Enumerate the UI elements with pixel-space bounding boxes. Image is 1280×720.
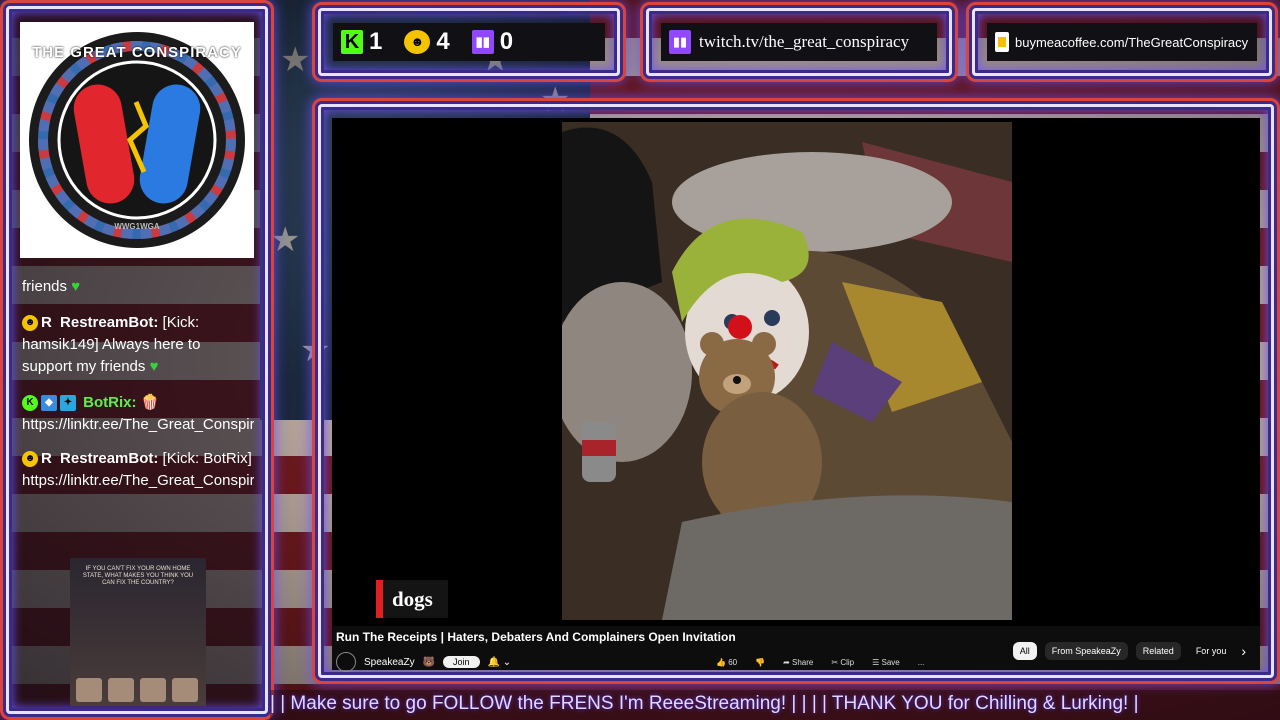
- logo-title: THE GREAT CONSPIRACY: [32, 44, 242, 61]
- channel-row: SpeakeaZy 🐻 Join 🔔 ⌄: [336, 652, 511, 672]
- bot-badge-icon: ✦: [60, 395, 76, 412]
- bear-emoji-icon: 🐻: [422, 656, 436, 668]
- chat-text: [Kick: BotRix]: [162, 450, 252, 467]
- clown-illustration: [562, 122, 1012, 620]
- meme-poster: IF YOU CAN'T FIX YOUR OWN HOME STATE, WH…: [70, 558, 206, 706]
- twitch-url: twitch.tv/the_great_conspiracy: [699, 32, 910, 51]
- kick-count: 1: [369, 28, 383, 55]
- restream-r-icon: R: [41, 314, 52, 331]
- chat-message: ☻ R RestreamBot: [Kick: BotRix] https://l…: [20, 448, 254, 492]
- chevron-right-icon[interactable]: ›: [1241, 643, 1246, 659]
- kick-icon: K: [341, 30, 363, 54]
- chip-related[interactable]: Related: [1135, 642, 1181, 660]
- chat-text: friends: [22, 278, 68, 295]
- thumb-up-icon: 👍: [716, 658, 726, 667]
- portrait-thumb: [108, 678, 134, 702]
- dislike-button[interactable]: 👎: [755, 658, 765, 667]
- chat-message: friends ♥: [20, 276, 254, 298]
- chat-feed: friends ♥ ☻ R RestreamBot: [Kick: hamsik1…: [20, 258, 254, 558]
- coffee-cup-icon: [995, 32, 1009, 52]
- twitch-icon: ▮▮: [669, 30, 691, 54]
- video-tag: dogs: [376, 580, 448, 618]
- rumble-icon: ☻: [404, 30, 431, 54]
- twitch-link-box: ▮▮ twitch.tv/the_great_conspiracy: [646, 8, 952, 76]
- save-button[interactable]: ☰ Save: [872, 658, 900, 667]
- channel-name[interactable]: SpeakeaZy: [364, 657, 415, 668]
- like-count: 60: [728, 658, 738, 667]
- heart-icon: ♥: [71, 278, 81, 295]
- like-button[interactable]: 👍 60: [716, 658, 737, 667]
- portrait-thumb: [172, 678, 198, 702]
- stream-overlay: ★ ★ ★ ★ ★ ★ ★ THE GREAT CONSPIRACY WWG1W…: [0, 0, 1280, 720]
- kick-badge-icon: K: [22, 395, 38, 412]
- more-button[interactable]: ...: [918, 658, 925, 667]
- twitch-link: ▮▮ twitch.tv/the_great_conspiracy: [661, 23, 937, 61]
- channel-avatar[interactable]: [336, 652, 356, 672]
- channel-logo: THE GREAT CONSPIRACY WWG1WGA: [20, 22, 254, 258]
- share-button[interactable]: ➦ Share: [783, 658, 813, 667]
- scissors-icon: ✂: [831, 658, 839, 667]
- restream-r-icon: R: [41, 450, 52, 467]
- twitch-count: 0: [499, 28, 514, 55]
- rumble-badge-icon: ☻: [22, 315, 38, 332]
- diamond-badge-icon: ◆: [41, 395, 57, 412]
- scrolling-ticker: | | Make sure to go FOLLOW the FRENS I'm…: [270, 690, 1280, 720]
- rumble-badge-icon: ☻: [22, 451, 38, 468]
- thumb-down-icon: 👎: [755, 658, 766, 667]
- rumble-count: 4: [436, 28, 450, 55]
- clip-button[interactable]: ✂ Clip: [831, 658, 854, 667]
- video-actions: 👍 60 👎 ➦ Share ✂ Clip ☰ Save ...: [716, 658, 924, 667]
- video-still-image: [562, 122, 1012, 620]
- youtube-info-bar: Run The Receipts | Haters, Debaters And …: [332, 626, 1260, 672]
- join-button[interactable]: Join: [443, 656, 480, 668]
- poster-text: IF YOU CAN'T FIX YOUR OWN HOME STATE, WH…: [82, 566, 194, 586]
- recommendation-chips: All From SpeakeaZy Related For you ›: [1012, 642, 1246, 660]
- chat-message: K ◆ ✦ BotRix: 🍿 https://linktr.ee/The_Grea…: [20, 392, 254, 436]
- video-title[interactable]: Run The Receipts | Haters, Debaters And …: [336, 630, 736, 644]
- chat-username: BotRix:: [83, 394, 137, 411]
- twitch-icon: ▮▮: [471, 30, 494, 54]
- bell-chevron-icon[interactable]: 🔔 ⌄: [488, 657, 512, 668]
- save-label: Save: [881, 658, 900, 667]
- chat-username: RestreamBot:: [60, 450, 159, 467]
- save-icon: ☰: [872, 658, 880, 667]
- share-label: Share: [792, 658, 814, 667]
- popcorn-icon: 🍿: [140, 394, 160, 411]
- viewer-stats: K 1 ☻ 4 ▮▮ 0: [333, 23, 605, 61]
- coffee-url: buymeacoffee.com/TheGreatConspiracy: [1015, 34, 1249, 50]
- chat-text: https://linktr.ee/The_Great_Conspiracy: [22, 472, 254, 489]
- coffee-link-box: buymeacoffee.com/TheGreatConspiracy: [972, 8, 1272, 76]
- chat-username: RestreamBot:: [60, 314, 159, 331]
- chat-message: ☻ R RestreamBot: [Kick: hamsik149] Always…: [20, 312, 254, 378]
- heart-icon: ♥: [149, 358, 159, 375]
- portrait-thumb: [76, 678, 102, 702]
- chat-text: https://linktr.ee/The_Great_Conspiracy: [22, 416, 254, 433]
- chip-from-channel[interactable]: From SpeakeaZy: [1044, 642, 1128, 660]
- clip-label: Clip: [840, 658, 855, 667]
- portrait-thumb: [140, 678, 166, 702]
- coffee-link: buymeacoffee.com/TheGreatConspiracy: [987, 23, 1257, 61]
- ticker-text: | | Make sure to go FOLLOW the FRENS I'm…: [270, 693, 1139, 714]
- share-icon: ➦: [783, 658, 790, 667]
- chip-for-you[interactable]: For you: [1189, 642, 1234, 660]
- chip-all[interactable]: All: [1012, 642, 1037, 660]
- viewer-stats-box: K 1 ☻ 4 ▮▮ 0: [318, 8, 620, 76]
- logo-motto: WWG1WGA: [114, 222, 160, 231]
